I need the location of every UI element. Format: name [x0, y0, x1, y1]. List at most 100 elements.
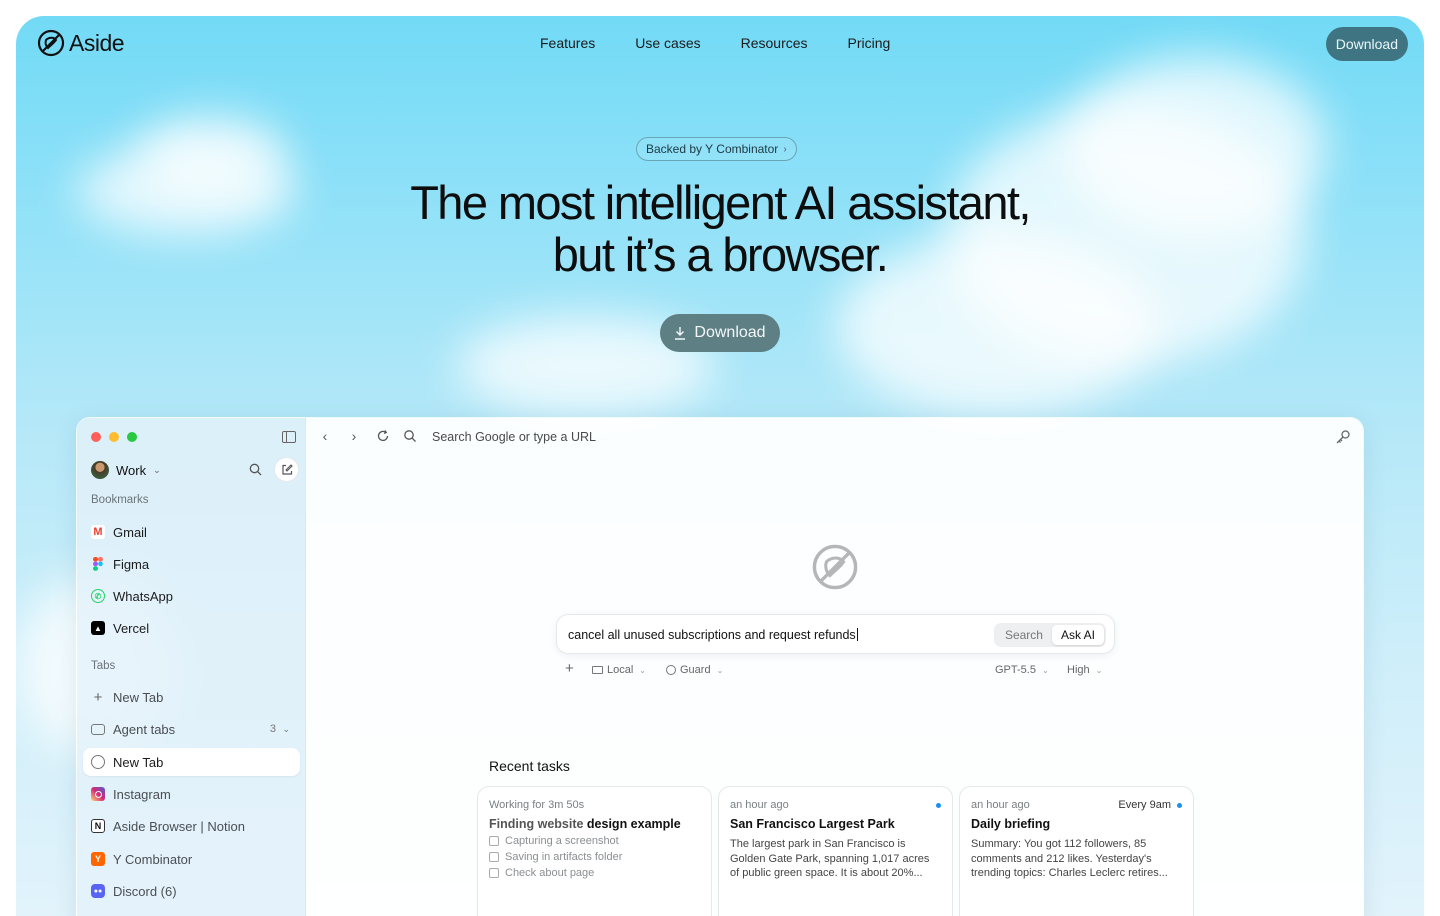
key-icon[interactable]: [1335, 429, 1351, 445]
avatar: [91, 461, 109, 479]
workspace-switcher[interactable]: Work ⌄: [91, 461, 161, 479]
task-summary: The largest park in San Francisco is Gol…: [730, 838, 930, 879]
bookmark-label: Vercel: [113, 620, 150, 636]
task-step-label: Capturing a screenshot: [505, 835, 619, 847]
hero-download-label: Download: [694, 324, 766, 341]
url-bar[interactable]: Search Google or type a URL: [432, 430, 596, 444]
task-schedule: Every 9am: [1118, 799, 1182, 811]
file-icon: [489, 852, 499, 862]
compose-button[interactable]: [274, 457, 299, 482]
notion-icon: N: [91, 819, 105, 833]
figma-icon: [91, 557, 105, 571]
brand-name: Aside: [69, 29, 125, 56]
camera-icon: [489, 836, 499, 846]
tab-new-tab-active[interactable]: New Tab: [83, 748, 300, 776]
hero-title-line-2: but it’s a browser.: [552, 228, 889, 281]
shield-icon: [666, 665, 676, 675]
bookmark-whatsapp[interactable]: ✆ WhatsApp: [83, 582, 300, 610]
add-attachment-icon[interactable]: +: [565, 660, 574, 677]
tab-count-badge: 3: [269, 723, 276, 735]
task-card[interactable]: an hour ago Every 9am Daily briefing Sum…: [959, 786, 1194, 916]
new-tab-button[interactable]: + New Tab: [83, 683, 300, 711]
tab-notion[interactable]: N Aside Browser | Notion: [83, 812, 300, 840]
nav-links: Features Use cases Resources Pricing: [540, 35, 890, 51]
task-title-part: design example: [586, 817, 681, 831]
chevron-down-icon: ⌄: [153, 464, 161, 475]
task-meta: Working for 3m 50s: [489, 799, 700, 811]
tab-discord[interactable]: ●● Discord (6): [83, 877, 300, 905]
minimize-window-button[interactable]: [109, 432, 119, 442]
model-dropdown[interactable]: GPT-5.5 ⌄: [995, 664, 1049, 676]
main-content: ‹ › Search Google or type a URL cancel a…: [306, 418, 1363, 916]
cursor-icon: [489, 868, 499, 878]
task-card[interactable]: an hour ago San Francisco Largest Park T…: [718, 786, 953, 916]
nav-link-resources[interactable]: Resources: [741, 35, 808, 51]
task-time: an hour ago: [730, 799, 789, 811]
task-step: Saving in artifacts folder: [489, 851, 700, 863]
sidebar-toggle-icon[interactable]: [282, 431, 296, 443]
reload-icon[interactable]: [376, 429, 390, 443]
back-icon[interactable]: ‹: [318, 429, 332, 443]
forward-icon[interactable]: ›: [347, 429, 361, 443]
plus-icon: +: [93, 688, 103, 706]
nav-link-use-cases[interactable]: Use cases: [635, 35, 700, 51]
tab-group-agent-tabs[interactable]: Agent tabs 3 ⌄: [83, 715, 300, 743]
task-step-label: Saving in artifacts folder: [505, 851, 623, 863]
bookmark-gmail[interactable]: M Gmail: [83, 518, 300, 546]
effort-dropdown[interactable]: High ⌄: [1067, 664, 1102, 676]
nav-download-button[interactable]: Download: [1325, 27, 1408, 61]
unread-dot: [1177, 802, 1182, 808]
gmail-icon: M: [91, 525, 105, 539]
bookmark-vercel[interactable]: ▲ Vercel: [83, 614, 300, 642]
chevron-down-icon: ⌄: [1041, 665, 1049, 675]
tab-ycombinator[interactable]: Y Y Combinator: [83, 845, 300, 873]
download-icon: [675, 327, 686, 340]
compose-icon: [281, 463, 293, 475]
task-title: Finding website design example: [489, 817, 700, 831]
aside-logo-icon: [37, 29, 65, 57]
tab-label: Agent tabs: [113, 721, 176, 737]
task-title: San Francisco Largest Park: [730, 817, 895, 831]
chevron-down-icon[interactable]: ⌄: [282, 724, 290, 735]
aside-icon: [91, 755, 105, 769]
guard-label: Guard: [680, 664, 711, 676]
hero-title: The most intelligent AI assistant, but i…: [16, 177, 1424, 281]
mode-search-button[interactable]: Search: [996, 625, 1052, 645]
task-step: Check about page: [489, 867, 700, 879]
instagram-icon: [91, 787, 105, 801]
guard-dropdown[interactable]: Guard ⌄: [666, 664, 723, 676]
prompt-input[interactable]: cancel all unused subscriptions and requ…: [556, 614, 1115, 654]
task-meta: an hour ago Every 9am: [971, 799, 1182, 811]
workspace-label: Work: [116, 462, 147, 478]
nav-link-features[interactable]: Features: [540, 35, 595, 51]
browser-toolbar: ‹ › Search Google or type a URL: [306, 418, 1363, 456]
bookmark-label: Gmail: [113, 524, 147, 540]
task-summary: Summary: You got 112 followers, 85 comme…: [971, 838, 1168, 879]
tabs-heading: Tabs: [91, 660, 116, 672]
hero-download-button[interactable]: Download: [660, 314, 780, 352]
search-icon[interactable]: [249, 463, 262, 476]
task-time: an hour ago: [971, 799, 1030, 811]
local-dropdown[interactable]: Local ⌄: [592, 664, 646, 676]
nav-link-pricing[interactable]: Pricing: [848, 35, 891, 51]
yc-badge[interactable]: Backed by Y Combinator ›: [636, 137, 797, 161]
bookmark-figma[interactable]: Figma: [83, 550, 300, 578]
task-card[interactable]: Working for 3m 50s Finding website desig…: [477, 786, 712, 916]
bookmark-label: Figma: [113, 556, 150, 572]
maximize-window-button[interactable]: [127, 432, 137, 442]
vercel-icon: ▲: [91, 621, 105, 635]
mode-ask-ai-button[interactable]: Ask AI: [1051, 625, 1104, 645]
tab-instagram[interactable]: Instagram: [83, 780, 300, 808]
laptop-icon: [592, 666, 603, 674]
close-window-button[interactable]: [91, 432, 101, 442]
tab-label: New Tab: [113, 754, 164, 770]
tab-label: Aside Browser | Notion: [113, 818, 245, 834]
search-icon: [404, 430, 416, 442]
chevron-down-icon: ⌄: [716, 665, 724, 675]
task-step-label: Check about page: [505, 867, 595, 879]
whatsapp-icon: ✆: [91, 589, 105, 603]
bookmarks-heading: Bookmarks: [91, 494, 149, 506]
recent-tasks-heading: Recent tasks: [489, 758, 570, 774]
chevron-down-icon: ⌄: [639, 665, 646, 675]
aside-logo[interactable]: Aside: [37, 29, 125, 57]
